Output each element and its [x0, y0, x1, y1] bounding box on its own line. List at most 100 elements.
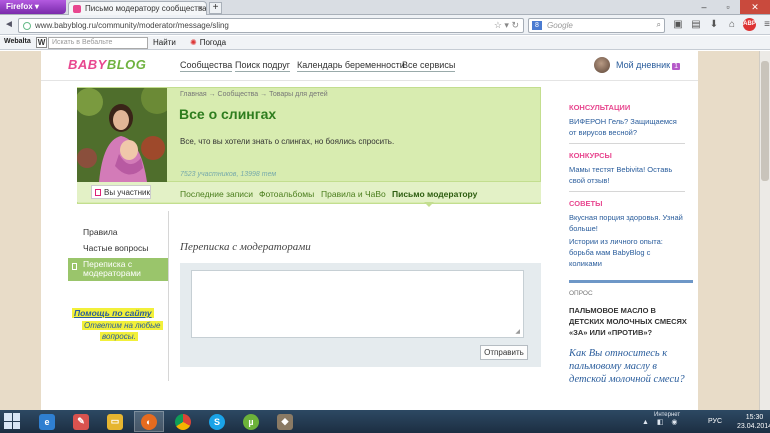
poll-title[interactable]: ПАЛЬМОВОЕ МАСЛО В ДЕТСКИХ МОЛОЧНЫХ СМЕСЯ… [569, 305, 691, 338]
my-diary-badge: 1 [672, 63, 680, 70]
nav-all-services[interactable]: Все сервисы [402, 60, 456, 72]
logo-part-baby: BABY [68, 57, 107, 72]
ie-icon: e [39, 413, 55, 430]
browser-tab[interactable]: Письмо модератору сообщества "Все ... × [68, 1, 207, 15]
left-menu-moderator-correspondence[interactable]: Переписка с модераторами [68, 258, 168, 281]
breadcrumb[interactable]: Главная → Сообщества → Товары для детей [180, 91, 328, 98]
webalta-search-input[interactable]: Искать в Вебальте [48, 37, 148, 49]
clock-date: 23.04.2014 [737, 423, 770, 430]
weather-icon: ✺ [190, 38, 197, 47]
search-icon[interactable]: ⌕ [657, 20, 661, 30]
utorrent-icon: µ [243, 413, 259, 430]
form-title: Переписка с модераторами [180, 241, 311, 253]
tab-close-icon[interactable]: × [198, 3, 203, 13]
utorrent-taskbar-button[interactable]: µ [236, 411, 266, 432]
firefox-taskbar-button[interactable]: ◐ [134, 411, 164, 432]
firefox-menu-button[interactable]: Firefox ▾ [0, 0, 66, 14]
tray-icons[interactable]: ▲ ◧ ◉ [642, 418, 681, 426]
clock[interactable]: 15:30 23.04.2014 [737, 413, 770, 431]
right-sidebar: КОНСУЛЬТАЦИИ ВИФЕРОН Гель? Защищаемся от… [557, 89, 698, 409]
maximize-button[interactable]: ▫ [716, 0, 740, 14]
menu-icon[interactable]: ≡ [760, 18, 770, 32]
navigation-bar: ◄ www.babyblog.ru/community/moderator/me… [0, 15, 770, 35]
my-diary-label: Мой дневник [616, 60, 671, 70]
nav-pregnancy-calendar[interactable]: Календарь беременности [297, 60, 405, 72]
paint-icon: ✎ [73, 413, 89, 430]
webalta-w-icon[interactable]: W [36, 37, 47, 48]
minimize-button[interactable]: – [692, 0, 716, 14]
system-tray: Интернет ▲ ◧ ◉ РУС 15:30 23.04.2014 [640, 412, 770, 432]
clock-time: 15:30 [745, 414, 764, 421]
resize-grip-icon[interactable]: ◢ [515, 328, 520, 335]
bookmarks-icon[interactable]: ▤ [689, 18, 703, 32]
babyblog-favicon-icon [73, 5, 81, 13]
divider [569, 143, 685, 144]
screenshot-icon[interactable]: ▣ [671, 18, 685, 32]
message-textarea[interactable]: ◢ [191, 270, 524, 338]
poll-divider [569, 280, 693, 283]
help-link[interactable]: Помощь по сайту [72, 308, 154, 318]
skype-icon: S [209, 413, 225, 430]
scrollbar-thumb[interactable] [761, 61, 769, 181]
close-window-button[interactable]: ✕ [740, 0, 770, 14]
page-scrollbar[interactable] [759, 51, 770, 410]
participant-icon [95, 189, 101, 196]
bookmark-star-icon[interactable]: ☆ ▾ ↻ [494, 20, 519, 31]
community-description: Все, что вы хотели знать о слингах, но б… [180, 137, 395, 146]
language-indicator[interactable]: РУС [708, 418, 722, 425]
weather-button[interactable]: ✺ Погода [190, 38, 226, 47]
taskbar: e ✎ ▭ ◐ S µ ◆ Интернет ▲ ◧ ◉ РУС 15:30 23… [0, 410, 770, 433]
gimp-icon: ◆ [277, 413, 293, 430]
tip-link-1[interactable]: Вкусная порция здоровья. Узнай больше! [569, 212, 685, 234]
nav-find-friends[interactable]: Поиск подруг [235, 60, 291, 72]
firefox-icon: ◐ [141, 413, 157, 430]
contests-heading: КОНКУРСЫ [569, 151, 612, 160]
google-engine-icon[interactable]: 8 [532, 21, 542, 30]
tab-latest-posts[interactable]: Последние записи [180, 189, 253, 199]
download-icon[interactable]: ⬇ [707, 18, 721, 32]
tip-link-2[interactable]: Истории из личного опыта: борьба мам Bab… [569, 236, 685, 269]
back-button[interactable]: ◄ [2, 18, 16, 32]
webalta-toolbar: Webalta W Искать в Вебальте Найти ✺ Погод… [0, 36, 770, 50]
paint-taskbar-button[interactable]: ✎ [66, 411, 96, 432]
document-icon [72, 263, 77, 270]
avatar[interactable] [594, 57, 610, 73]
skype-taskbar-button[interactable]: S [202, 411, 232, 432]
tab-message-moderator[interactable]: Письмо модератору [392, 189, 477, 199]
tab-rules-faq[interactable]: Правила и ЧаВо [321, 189, 386, 199]
home-icon[interactable]: ⌂ [725, 18, 739, 32]
search-placeholder: Google [547, 21, 573, 30]
explorer-taskbar-button[interactable]: ▭ [100, 411, 130, 432]
webalta-logo[interactable]: Webalta [4, 38, 31, 45]
participant-badge[interactable]: Вы участник [91, 185, 151, 199]
poll-question[interactable]: Как Вы относитесь к пальмовому маслу в д… [569, 347, 689, 386]
consultations-heading: КОНСУЛЬТАЦИИ [569, 103, 631, 112]
nav-communities[interactable]: Сообщества [180, 60, 233, 72]
window-controls: – ▫ ✕ [692, 0, 770, 14]
webalta-find-button[interactable]: Найти [153, 38, 176, 47]
babyblog-logo[interactable]: BABYBLOG [68, 57, 146, 72]
contest-link[interactable]: Мамы тестят Bebivita! Оставь свой отзыв! [569, 164, 685, 186]
left-menu-faq[interactable]: Частые вопросы [83, 243, 148, 253]
help-text-line-1: Ответим на любые [82, 321, 163, 330]
address-bar[interactable]: www.babyblog.ru/community/moderator/mess… [18, 18, 524, 33]
chrome-taskbar-button[interactable] [168, 411, 198, 432]
browser-search-box[interactable]: 8 Google ⌕ [528, 18, 665, 33]
left-menu-rules[interactable]: Правила [83, 227, 118, 237]
url-text: www.babyblog.ru/community/moderator/mess… [35, 21, 229, 30]
send-button[interactable]: Отправить [480, 345, 528, 360]
my-diary-link[interactable]: Мой дневник 1 [616, 60, 680, 70]
poll-heading: ОПРОС [569, 290, 593, 297]
new-tab-button[interactable]: + [209, 2, 222, 14]
ie-taskbar-button[interactable]: e [32, 411, 62, 432]
tips-heading: СОВЕТЫ [569, 199, 603, 208]
community-stats: 7523 участников, 13998 тем [180, 171, 277, 178]
chrome-icon [175, 413, 191, 430]
consultation-link[interactable]: ВИФЕРОН Гель? Защищаемся от вирусов весн… [569, 116, 685, 138]
adblock-icon[interactable]: ABP [743, 18, 756, 31]
site-header: BABYBLOG Сообщества Поиск подруг Календа… [41, 51, 698, 81]
start-button[interactable] [4, 413, 20, 429]
gimp-taskbar-button[interactable]: ◆ [270, 411, 300, 432]
tab-photo-albums[interactable]: Фотоальбомы [259, 189, 314, 199]
left-menu-active-label: Переписка с модераторами [83, 259, 141, 278]
